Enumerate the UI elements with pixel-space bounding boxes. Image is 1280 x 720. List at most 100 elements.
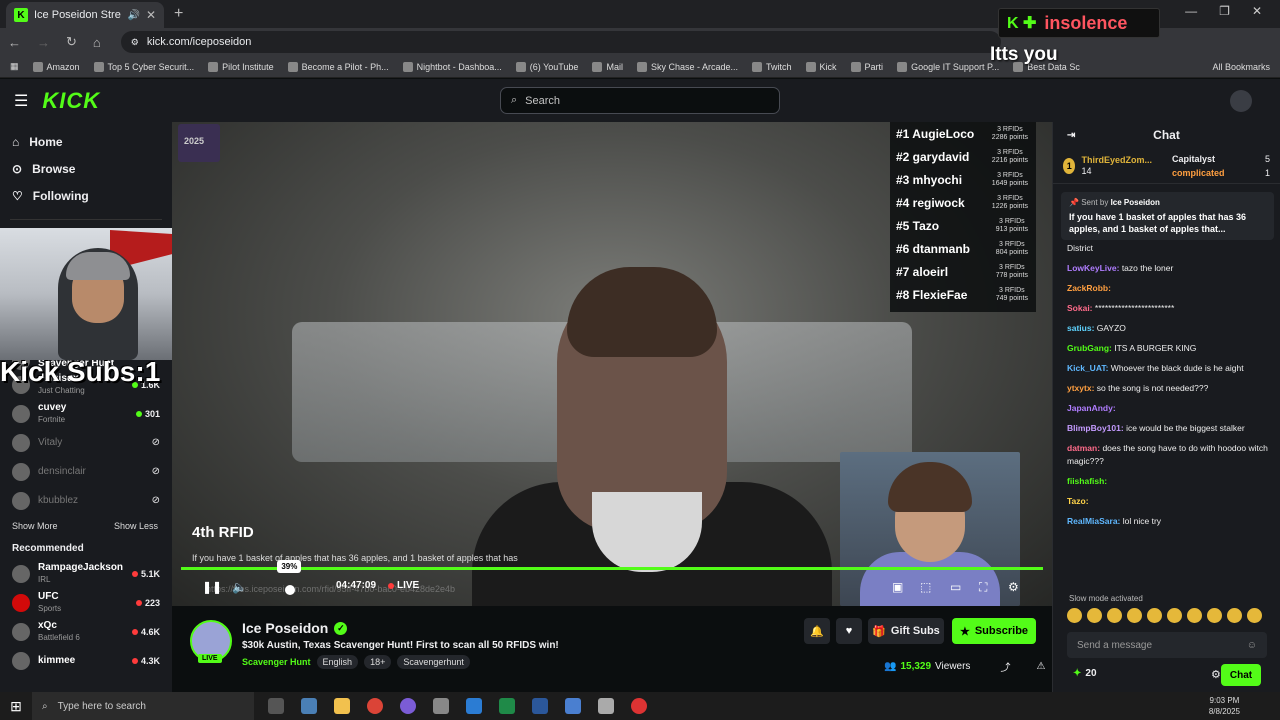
progress-bar[interactable]: [181, 567, 1043, 570]
share-icon[interactable]: ⤴: [1000, 659, 1010, 674]
chat-username[interactable]: Sokai:: [1067, 303, 1093, 313]
chat-username[interactable]: LowKeyLive:: [1067, 263, 1119, 273]
sidebar-item-home[interactable]: ⌂ Home: [0, 128, 172, 155]
new-tab-button[interactable]: +: [174, 5, 183, 23]
chat-username[interactable]: ytxytx:: [1067, 383, 1094, 393]
send-chat-button[interactable]: Chat: [1221, 664, 1261, 686]
chat-username[interactable]: JapanAndy:: [1067, 403, 1116, 413]
site-info-icon[interactable]: ⚙: [131, 37, 139, 48]
task-view-icon[interactable]: [268, 698, 284, 714]
reload-icon[interactable]: ↻: [66, 34, 77, 50]
settings-icon[interactable]: [433, 698, 449, 714]
excel-icon[interactable]: [499, 698, 515, 714]
bookmark-item[interactable]: Kick: [805, 61, 837, 72]
channel-points[interactable]: ✦ 20: [1073, 668, 1097, 679]
gifter-entry[interactable]: complicated 1: [1172, 166, 1270, 180]
windows-start-icon[interactable]: ⊞: [0, 698, 32, 715]
bookmark-item[interactable]: Twitch: [752, 61, 792, 72]
collapse-chat-icon[interactable]: ⇥: [1067, 130, 1075, 141]
home-browser-icon[interactable]: ⌂: [93, 35, 101, 50]
app-icon[interactable]: [301, 698, 317, 714]
fullscreen-icon[interactable]: ⛶: [979, 580, 987, 595]
chat-username[interactable]: satius:: [1067, 323, 1094, 333]
gifter-entry[interactable]: Capitalyst 5: [1172, 152, 1270, 166]
show-more-button[interactable]: Show More: [12, 521, 58, 531]
emote-icon[interactable]: [1087, 608, 1102, 623]
channel-row[interactable]: Vitaly ⊘: [0, 428, 172, 457]
clip-icon[interactable]: ▣: [892, 580, 903, 594]
chat-username[interactable]: fiishafish:: [1067, 476, 1107, 486]
emote-icon[interactable]: [1107, 608, 1122, 623]
channel-name[interactable]: Ice Poseidon: [242, 620, 328, 636]
channel-row[interactable]: xQc Battlefield 6 4.6K: [0, 617, 172, 646]
forward-icon[interactable]: →: [37, 35, 50, 50]
bookmark-item[interactable]: Top 5 Cyber Securit...: [93, 61, 194, 72]
channel-row[interactable]: cuvey Fortnite 301: [0, 399, 172, 428]
chat-input[interactable]: Send a message ☺: [1067, 632, 1267, 658]
minimize-button[interactable]: —: [1185, 4, 1197, 18]
bookmark-item[interactable]: Nightbot - Dashboa...: [402, 61, 502, 72]
taskbar-search[interactable]: ⌕ Type here to search: [32, 692, 254, 720]
channel-row[interactable]: kbubblez ⊘: [0, 486, 172, 515]
gift-subs-button[interactable]: 🎁 Gift Subs: [868, 618, 944, 644]
channel-row[interactable]: UFC Sports 223: [0, 588, 172, 617]
maximize-button[interactable]: ❐: [1219, 4, 1230, 18]
bookmark-item[interactable]: Pilot Institute: [208, 61, 274, 72]
channel-row[interactable]: RampageJackson IRL 5.1K: [0, 559, 172, 588]
search-input[interactable]: ⌕ Search: [500, 87, 780, 114]
subscribe-button[interactable]: ★ Subscribe: [952, 618, 1036, 644]
chat-username[interactable]: GrubGang:: [1067, 343, 1112, 353]
bookmark-item[interactable]: Google IT Support P...: [897, 61, 999, 72]
back-icon[interactable]: ←: [8, 35, 21, 50]
emote-icon[interactable]: [1247, 608, 1262, 623]
bookmark-item[interactable]: Mail: [592, 61, 623, 72]
chat-username[interactable]: RealMiaSara:: [1067, 516, 1120, 526]
notification-bell-icon[interactable]: 🔔: [804, 618, 830, 644]
emote-icon[interactable]: [1147, 608, 1162, 623]
emote-icon[interactable]: [1127, 608, 1142, 623]
bookmark-item[interactable]: Amazon: [32, 61, 80, 72]
pinned-message[interactable]: 📌 Sent by Ice Poseidon If you have 1 bas…: [1061, 192, 1274, 240]
sidebar-item-following[interactable]: ♡ Following: [0, 182, 172, 209]
all-bookmarks-button[interactable]: All Bookmarks: [1212, 62, 1280, 72]
channel-row[interactable]: kimmee 4.3K: [0, 646, 172, 675]
emote-icon[interactable]: [1067, 608, 1082, 623]
bookmark-item[interactable]: Parti: [850, 61, 883, 72]
theater-icon[interactable]: ⬚: [920, 580, 931, 594]
close-window-button[interactable]: ✕: [1252, 4, 1262, 18]
profile-avatar[interactable]: [1230, 90, 1252, 112]
discord-icon[interactable]: [400, 698, 416, 714]
bookmark-item[interactable]: (6) YouTube: [515, 61, 578, 72]
chat-username[interactable]: datman:: [1067, 443, 1100, 453]
apps-grid-icon[interactable]: ▦: [10, 61, 19, 72]
report-icon[interactable]: ⚠: [1036, 661, 1045, 672]
kick-logo[interactable]: KICK: [42, 88, 100, 114]
gifter-entry[interactable]: ThirdEyedZom... 14: [1081, 155, 1152, 177]
tag-chip[interactable]: 18+: [364, 655, 392, 669]
close-tab-icon[interactable]: ✕: [146, 8, 156, 22]
tag-chip[interactable]: English: [316, 655, 359, 669]
category-link[interactable]: Scavenger Hunt: [242, 657, 311, 667]
pip-icon[interactable]: ▭: [950, 580, 961, 594]
app-icon[interactable]: [466, 698, 482, 714]
channel-row[interactable]: densinclair ⊘: [0, 457, 172, 486]
emoji-picker-icon[interactable]: ☺: [1247, 640, 1257, 651]
chat-username[interactable]: ZackRobb:: [1067, 283, 1111, 293]
word-icon[interactable]: [532, 698, 548, 714]
show-less-button[interactable]: Show Less: [114, 521, 158, 531]
emote-icon[interactable]: [1207, 608, 1222, 623]
volume-icon[interactable]: 🔈: [232, 580, 247, 594]
pause-icon[interactable]: ❚❚: [202, 580, 222, 594]
live-indicator[interactable]: LIVE: [388, 580, 419, 591]
app-icon[interactable]: [598, 698, 614, 714]
tag-chip[interactable]: Scavengerhunt: [397, 655, 470, 669]
chat-settings-icon[interactable]: ⚙: [1211, 668, 1221, 681]
sidebar-item-browse[interactable]: ⊙ Browse: [0, 155, 172, 182]
url-field[interactable]: ⚙ kick.com/iceposeidon: [120, 31, 1001, 53]
browser-tab[interactable]: K Ice Poseidon Stream - Watc 🔊 ✕: [6, 2, 164, 28]
emote-icon[interactable]: [1227, 608, 1242, 623]
chrome-icon[interactable]: [367, 698, 383, 714]
video-player[interactable]: 2025 #1 AugieLoco 3 RFIDs 2286 points #2 ga…: [172, 122, 1052, 606]
chat-username[interactable]: BlimpBoy101:: [1067, 423, 1124, 433]
chat-username[interactable]: Kick_UAT:: [1067, 363, 1108, 373]
